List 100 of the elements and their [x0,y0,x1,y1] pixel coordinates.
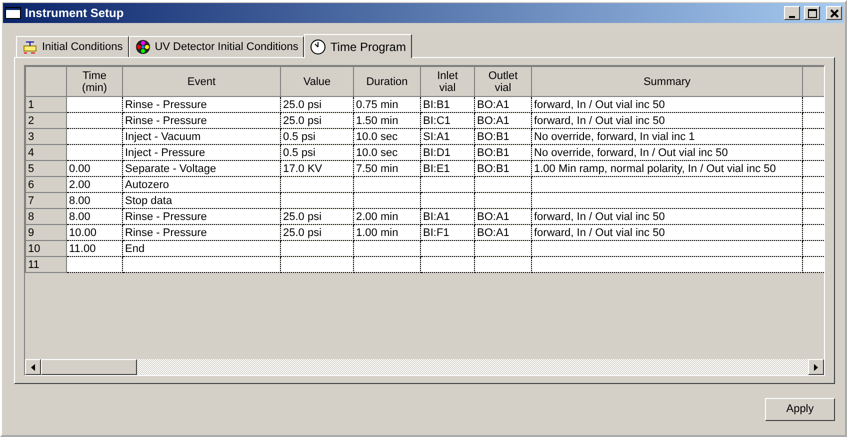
table-cell: 2.00 min [354,208,420,224]
scroll-thumb[interactable] [41,359,137,375]
table-cell: forward, In / Out vial inc 50 [532,96,802,112]
tab[interactable]: Initial Conditions [16,36,129,57]
table-cell [66,112,122,128]
apply-button[interactable]: Apply [765,398,835,421]
table-cell: BO:B1 [474,128,532,144]
table-cell: BI:C1 [420,112,474,128]
table-cell [420,192,474,208]
table-cell: 7.50 min [354,160,420,176]
table-cell: 25.0 psi [280,208,354,224]
table-cell: forward, In / Out vial inc 50 [532,208,802,224]
column-header: Outlet vial [474,66,532,96]
table-cell: 8.00 [66,192,122,208]
table-cell: BI:D1 [420,144,474,160]
table-cell: BO:A1 [474,112,532,128]
color-wheel-icon [134,39,151,55]
table-cell: No override, forward, In / Out vial inc 50 [532,144,802,160]
clock-icon [310,38,326,54]
table-cell [802,176,824,192]
table-cell [66,96,122,112]
horizontal-scrollbar[interactable] [25,359,824,375]
table-cell: Inject - Vacuum [122,128,280,144]
table-cell: BI:A1 [420,208,474,224]
column-header: Event [122,66,280,96]
row-number: 6 [26,176,66,192]
column-header: Summary [532,66,802,96]
table-cell: 0.75 min [354,96,420,112]
table-cell [66,128,122,144]
table-cell: SI:A1 [420,128,474,144]
table-cell: 1.00 Min ramp, normal polarity, In / Out vial inc 50 [532,160,802,176]
column-header: Time (min) [66,66,122,96]
table-cell: BO:B1 [474,160,532,176]
row-number: 1 [26,96,66,112]
table-cell: 17.0 KV [280,160,354,176]
table-cell: BO:A1 [474,208,532,224]
table-cell: Separate - Voltage [122,160,280,176]
table-cell: 1.50 min [354,112,420,128]
maximize-button[interactable] [804,6,820,20]
table-cell: 0.5 psi [280,128,354,144]
tab[interactable]: Time Program [304,34,412,58]
row-number: 2 [26,112,66,128]
table-cell: 11.00 [66,240,122,256]
table-cell [354,176,420,192]
table-cell: BO:A1 [474,96,532,112]
table-cell [420,176,474,192]
instrument-icon [22,39,38,55]
table-cell [354,240,420,256]
table-cell: 10.0 sec [354,144,420,160]
table-cell [474,256,532,272]
minimize-icon [789,16,795,18]
table-cell: BI:E1 [420,160,474,176]
scroll-right-button[interactable] [808,359,824,375]
table-cell: 25.0 psi [280,224,354,240]
table-cell [66,256,122,272]
close-icon [828,8,840,18]
table-cell: 25.0 psi [280,96,354,112]
table-cell: 0.5 psi [280,144,354,160]
table-cell [354,256,420,272]
table-cell: 8.00 [66,208,122,224]
table-cell: 25.0 psi [280,112,354,128]
table-cell [420,240,474,256]
table-cell: 2.00 [66,176,122,192]
right-arrow-icon [814,364,818,370]
table-cell: Rinse - Pressure [122,96,280,112]
table-cell: 10.00 [66,224,122,240]
maximize-icon [806,8,818,18]
table-cell [802,192,824,208]
row-number: 11 [26,256,66,272]
table-cell [66,144,122,160]
table-cell [474,192,532,208]
minimize-button[interactable] [784,6,800,20]
table-cell [802,128,824,144]
left-arrow-icon [31,364,35,370]
table-cell: 10.0 sec [354,128,420,144]
column-header: Value [280,66,354,96]
column-header: Duration [354,66,420,96]
close-button[interactable] [826,6,842,20]
tab[interactable]: UV Detector Initial Conditions [128,36,304,57]
table-cell [802,224,824,240]
row-number: 8 [26,208,66,224]
table-cell: Rinse - Pressure [122,112,280,128]
table-cell [802,160,824,176]
row-number: 7 [26,192,66,208]
table-cell [802,256,824,272]
table-cell: BI:B1 [420,96,474,112]
table-cell [802,96,824,112]
column-header: Inlet vial [420,66,474,96]
table-cell [354,192,420,208]
table-cell [802,208,824,224]
table-cell [420,256,474,272]
table-cell [802,112,824,128]
table-cell: forward, In / Out vial inc 50 [532,112,802,128]
scroll-left-button[interactable] [25,359,41,375]
table-cell [802,144,824,160]
table-cell: BO:B1 [474,144,532,160]
table-cell: Inject - Pressure [122,144,280,160]
table-cell [802,240,824,256]
row-number: 10 [26,240,66,256]
table-cell: BO:A1 [474,224,532,240]
